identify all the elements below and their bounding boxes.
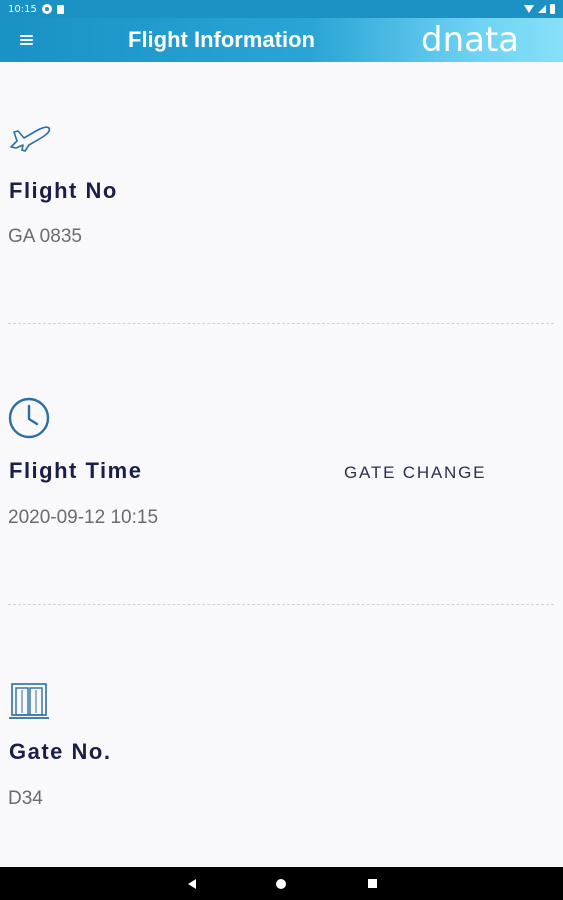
page-title: Flight Information — [128, 27, 315, 52]
recents-button[interactable] — [352, 867, 392, 900]
home-button[interactable] — [261, 867, 301, 900]
status-bar: 10:15 — [0, 0, 563, 18]
airplane-icon — [10, 126, 51, 152]
flight-no-value: GA 0835 — [8, 226, 82, 247]
flight-time-section: Flight Time GATE CHANGE 2020-09-12 10:15 — [0, 324, 563, 604]
flight-time-label: Flight Time — [9, 458, 143, 483]
hamburger-menu-icon — [19, 35, 33, 45]
gate-no-value: D34 — [8, 788, 43, 809]
battery-icon — [550, 4, 555, 14]
flight-no-section: Flight No GA 0835 — [0, 62, 563, 323]
sim-icon — [56, 4, 64, 14]
menu-button[interactable] — [0, 18, 52, 62]
flight-time-value: 2020-09-12 10:15 — [8, 507, 159, 528]
wifi-icon — [524, 5, 534, 13]
clock-icon — [8, 397, 50, 439]
signal-icon — [538, 5, 546, 13]
dnata-logo: dnata — [421, 20, 520, 60]
recents-icon — [367, 879, 377, 888]
system-navigation-bar — [0, 867, 563, 900]
g-icon — [41, 4, 52, 14]
back-icon — [188, 878, 196, 889]
status-time: 10:15 — [8, 3, 37, 15]
gate-no-section: Gate No. D34 — [0, 605, 563, 867]
app-bar: Flight Information dnata — [0, 18, 563, 62]
gate-change-notice: GATE CHANGE — [344, 463, 487, 482]
gate-icon — [9, 683, 49, 719]
home-icon — [276, 878, 286, 889]
back-button[interactable] — [172, 867, 212, 900]
flight-information-screen: 10:15 Flight Information dnata Flight No… — [0, 0, 563, 900]
flight-no-label: Flight No — [9, 178, 118, 203]
gate-no-label: Gate No. — [9, 739, 112, 764]
